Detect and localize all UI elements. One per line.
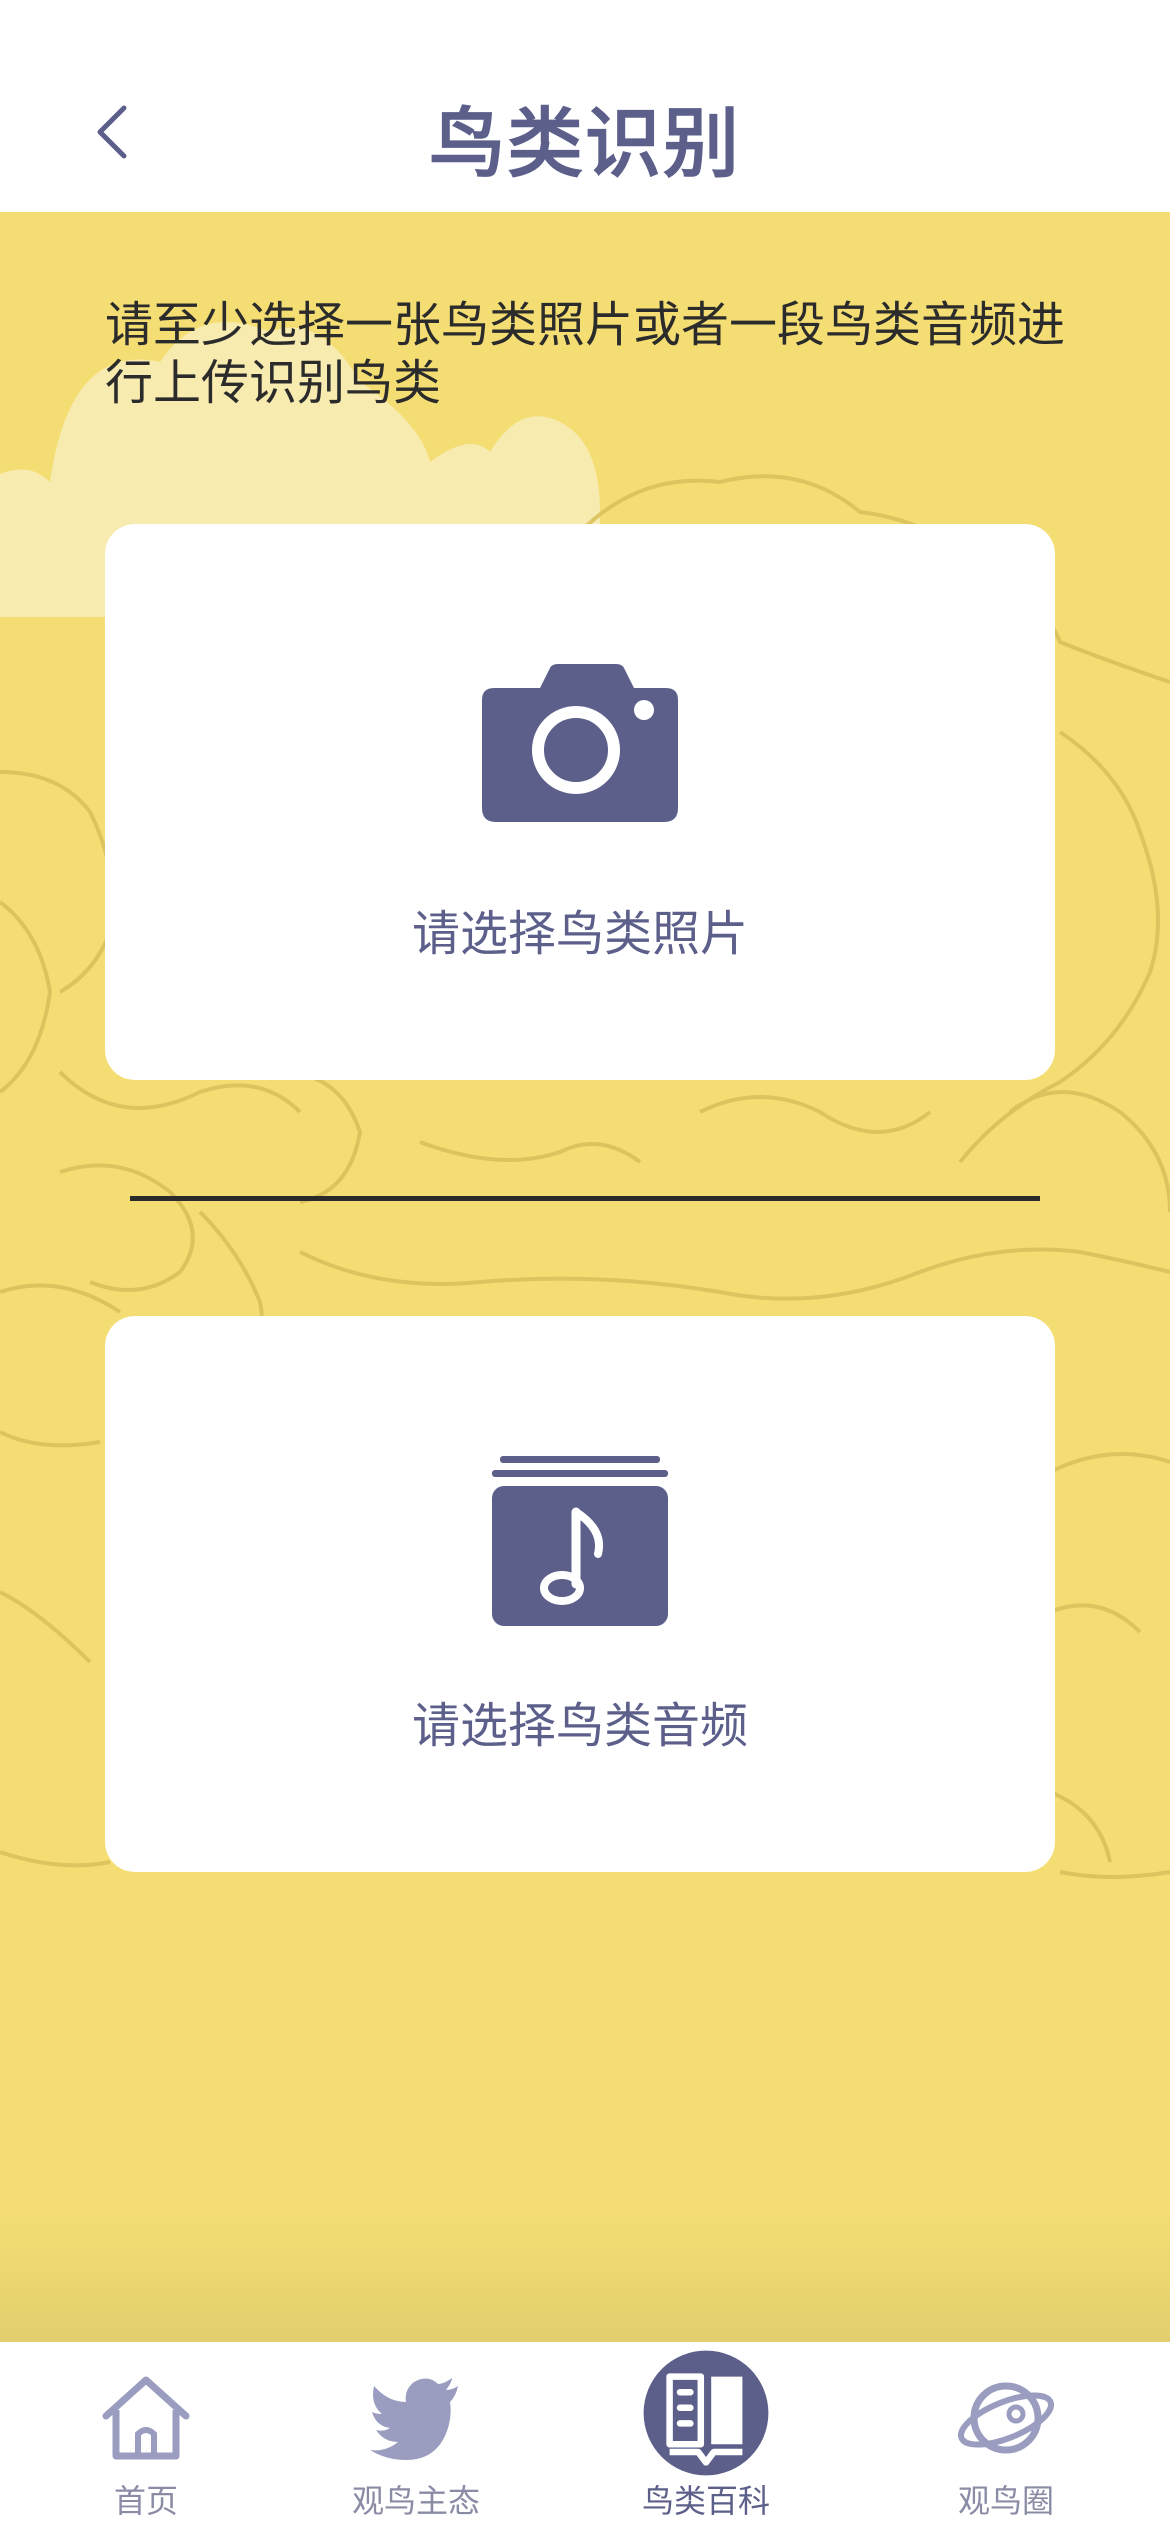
instruction-text: 请至少选择一张鸟类照片或者一段鸟类音频进行上传识别鸟类 [105, 297, 1066, 411]
main-content: 请至少选择一张鸟类照片或者一段鸟类音频进行上传识别鸟类 请选择鸟类照片 请选择鸟… [0, 212, 1170, 2342]
select-photo-card[interactable]: 请选择鸟类照片 [105, 524, 1055, 1080]
bird-icon [370, 2378, 458, 2460]
tab-bird-encyclopedia-label: 鸟类百科 [641, 2482, 770, 2520]
header-bar: 鸟类识别 [0, 0, 1170, 212]
bottom-shadow [0, 2212, 1170, 2342]
bottom-tab-bar: 首页 观鸟主态 鸟类百科 观鸟圈 [0, 2342, 1170, 2532]
tab-bird-ecology-label: 观鸟主态 [351, 2482, 480, 2520]
select-audio-card[interactable]: 请选择鸟类音频 [105, 1316, 1055, 1872]
music-album-icon [492, 1456, 668, 1626]
planet-icon [957, 2382, 1055, 2454]
page-title: 鸟类识别 [429, 99, 741, 188]
section-divider [130, 1196, 1040, 1201]
home-icon [102, 2376, 190, 2460]
book-icon [643, 2350, 769, 2476]
tab-home[interactable]: 首页 [0, 2342, 292, 2532]
select-photo-label: 请选择鸟类照片 [411, 906, 748, 962]
select-audio-label: 请选择鸟类音频 [411, 1698, 748, 1754]
tab-birding-circle[interactable]: 观鸟圈 [860, 2342, 1152, 2532]
tab-birding-circle-label: 观鸟圈 [957, 2482, 1054, 2520]
tab-bird-encyclopedia[interactable]: 鸟类百科 [560, 2342, 852, 2532]
camera-icon [482, 664, 678, 822]
tab-home-label: 首页 [113, 2482, 178, 2520]
tab-bird-ecology[interactable]: 观鸟主态 [270, 2342, 562, 2532]
